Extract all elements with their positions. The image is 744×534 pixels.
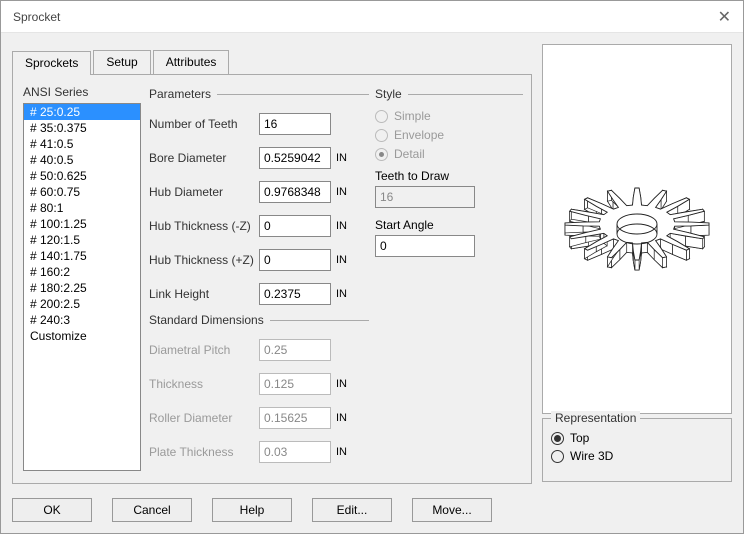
parameters-column: Parameters Number of Teeth Bore Diameter… xyxy=(149,85,369,471)
tab-setup[interactable]: Setup xyxy=(93,50,150,74)
teeth-draw-label: Teeth to Draw xyxy=(375,169,449,183)
sprocket-preview-icon xyxy=(552,144,722,314)
roller-label: Roller Diameter xyxy=(149,411,259,425)
edit-button[interactable]: Edit... xyxy=(312,498,392,522)
plate-input xyxy=(259,441,331,463)
list-item[interactable]: # 240:3 xyxy=(24,312,140,328)
representation-header: Representation xyxy=(551,411,640,425)
series-listbox[interactable]: # 25:0.25# 35:0.375# 41:0.5# 40:0.5# 50:… xyxy=(23,103,141,471)
style-column: Style Simple Envelope Detail Teeth to Dr… xyxy=(375,85,523,257)
button-bar: OK Cancel Help Edit... Move... xyxy=(12,498,492,522)
list-item[interactable]: # 40:0.5 xyxy=(24,152,140,168)
list-item[interactable]: # 50:0.625 xyxy=(24,168,140,184)
list-item[interactable]: # 120:1.5 xyxy=(24,232,140,248)
style-header: Style xyxy=(375,87,402,101)
rep-wire3d[interactable]: Wire 3D xyxy=(551,449,723,463)
list-item[interactable]: # 140:1.75 xyxy=(24,248,140,264)
bore-label: Bore Diameter xyxy=(149,151,259,165)
std-header: Standard Dimensions xyxy=(149,313,264,327)
hubtn-input[interactable] xyxy=(259,215,331,237)
hubtp-input[interactable] xyxy=(259,249,331,271)
list-item[interactable]: # 160:2 xyxy=(24,264,140,280)
plate-label: Plate Thickness xyxy=(149,445,259,459)
representation-group: Representation Top Wire 3D xyxy=(542,418,732,482)
list-item[interactable]: # 80:1 xyxy=(24,200,140,216)
series-column: ANSI Series # 25:0.25# 35:0.375# 41:0.5#… xyxy=(23,85,141,473)
style-envelope: Envelope xyxy=(375,128,523,142)
pitch-input xyxy=(259,339,331,361)
list-item[interactable]: # 35:0.375 xyxy=(24,120,140,136)
hubtp-label: Hub Thickness (+Z) xyxy=(149,253,259,267)
list-item[interactable]: # 180:2.25 xyxy=(24,280,140,296)
pitch-label: Diametral Pitch xyxy=(149,343,259,357)
list-item[interactable]: # 200:2.5 xyxy=(24,296,140,312)
start-angle-input[interactable] xyxy=(375,235,475,257)
hubtn-label: Hub Thickness (-Z) xyxy=(149,219,259,233)
start-angle-label: Start Angle xyxy=(375,218,434,232)
teeth-input[interactable] xyxy=(259,113,331,135)
tab-panel: ANSI Series # 25:0.25# 35:0.375# 41:0.5#… xyxy=(12,74,532,484)
thick-label: Thickness xyxy=(149,377,259,391)
title-bar: Sprocket ✕ xyxy=(1,1,743,33)
style-simple: Simple xyxy=(375,109,523,123)
rep-top[interactable]: Top xyxy=(551,431,723,445)
link-label: Link Height xyxy=(149,287,259,301)
parameters-header: Parameters xyxy=(149,87,211,101)
series-label: ANSI Series xyxy=(23,85,141,99)
move-button[interactable]: Move... xyxy=(412,498,492,522)
list-item[interactable]: # 41:0.5 xyxy=(24,136,140,152)
tab-sprockets[interactable]: Sprockets xyxy=(12,51,91,75)
window-title: Sprocket xyxy=(13,10,718,24)
roller-input xyxy=(259,407,331,429)
bore-input[interactable] xyxy=(259,147,331,169)
help-button[interactable]: Help xyxy=(212,498,292,522)
tab-attributes[interactable]: Attributes xyxy=(153,50,230,74)
preview-pane xyxy=(542,44,732,414)
link-input[interactable] xyxy=(259,283,331,305)
teeth-draw-input xyxy=(375,186,475,208)
list-item[interactable]: Customize xyxy=(24,328,140,344)
list-item[interactable]: # 25:0.25 xyxy=(24,104,140,120)
close-icon[interactable]: ✕ xyxy=(718,7,731,27)
ok-button[interactable]: OK xyxy=(12,498,92,522)
teeth-label: Number of Teeth xyxy=(149,117,259,131)
cancel-button[interactable]: Cancel xyxy=(112,498,192,522)
style-detail: Detail xyxy=(375,147,523,161)
list-item[interactable]: # 100:1.25 xyxy=(24,216,140,232)
hubd-label: Hub Diameter xyxy=(149,185,259,199)
list-item[interactable]: # 60:0.75 xyxy=(24,184,140,200)
thick-input xyxy=(259,373,331,395)
hubd-input[interactable] xyxy=(259,181,331,203)
